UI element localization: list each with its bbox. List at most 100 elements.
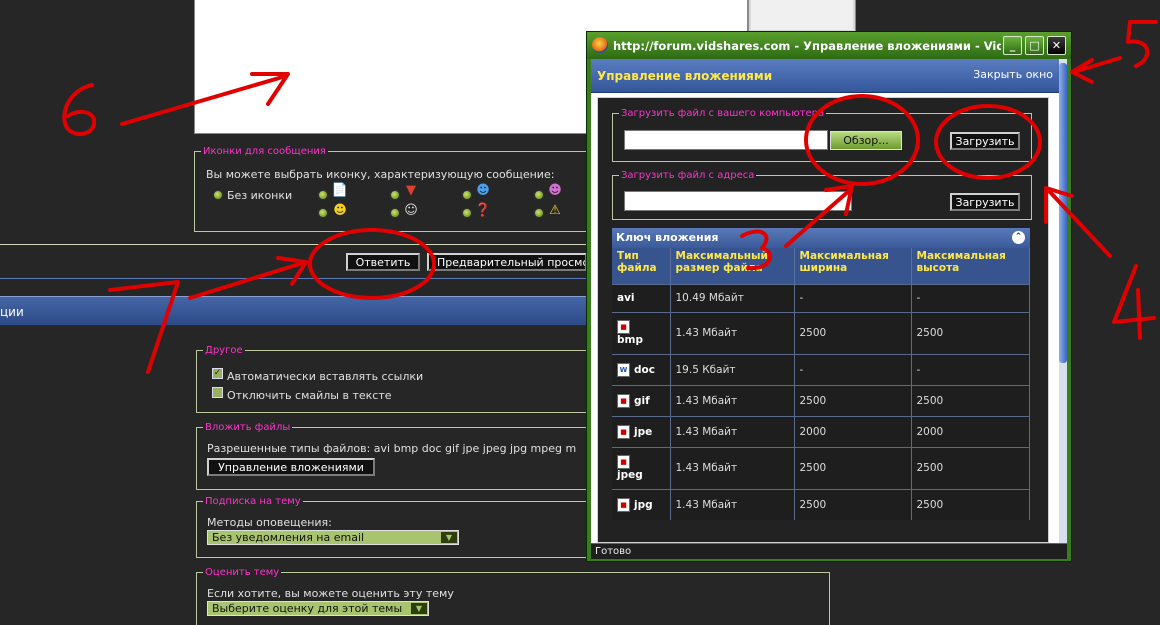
warning-icon: ⚠	[549, 203, 561, 218]
file-ext: jpg	[634, 498, 653, 511]
column-header: Максимальная высота	[911, 248, 1030, 284]
minimize-button[interactable]: _	[1003, 36, 1022, 55]
manage-attachments-button[interactable]: Управление вложениями	[207, 458, 375, 476]
rate-hint: Если хотите, вы можете оценить эту тему	[207, 587, 454, 600]
annotation-5	[1126, 20, 1158, 68]
file-ext: gif	[634, 394, 650, 407]
max-size-cell: 1.43 Мбайт	[670, 311, 795, 354]
icon-radio[interactable]	[534, 208, 544, 218]
max-height-cell: 2500	[911, 384, 1030, 416]
vertical-scrollbar[interactable]	[1059, 59, 1067, 543]
image-file-icon: ■	[617, 393, 630, 408]
rate-select-value: Выберите оценку для этой темы	[212, 602, 403, 615]
table-row: ■ jpe 1.43 Мбайт 2000 2000	[612, 415, 1030, 447]
divider	[0, 278, 586, 279]
popup-title: http://forum.vidshares.com - Управление …	[613, 39, 1001, 53]
max-height-cell: 2500	[911, 488, 1030, 520]
no-icon-radio[interactable]	[213, 190, 223, 200]
table-row: avi 10.49 Мбайт - -	[612, 283, 1030, 312]
maximize-button[interactable]: □	[1025, 36, 1044, 55]
reply-button[interactable]: Ответить	[346, 253, 420, 271]
no-icon-label: Без иконки	[227, 189, 293, 202]
image-file-icon: ■	[617, 497, 630, 512]
file-ext-cell: ■ jpg	[612, 488, 671, 520]
smile-icon: ☻	[333, 203, 347, 218]
max-size-cell: 19.5 Кбайт	[670, 353, 795, 385]
browse-button[interactable]: Обзор...	[830, 131, 902, 150]
allowed-types-text: Разрешенные типы файлов: avi bmp doc gif…	[207, 442, 577, 455]
table-header-row: Тип файла Максимальный размер файла Макс…	[612, 248, 1030, 284]
max-size-cell: 1.43 Мбайт	[670, 488, 795, 520]
file-ext: bmp	[617, 334, 643, 346]
max-height-cell: -	[911, 283, 1030, 312]
disable-smilies-label: Отключить смайлы в тексте	[227, 389, 392, 402]
max-width-cell: -	[794, 283, 912, 312]
icon-radio[interactable]	[318, 208, 328, 218]
attachment-key: Ключ вложения ⌃ Тип файла Максимальный р…	[612, 228, 1030, 520]
file-ext-cell: ■ bmp	[612, 311, 671, 354]
annotation-6	[62, 83, 97, 136]
max-width-cell: 2500	[794, 384, 912, 416]
close-window-link[interactable]: Закрыть окно	[973, 68, 1053, 81]
icon-radio[interactable]	[462, 208, 472, 218]
annotation-4	[1112, 264, 1156, 340]
icon-radio[interactable]	[318, 190, 328, 200]
other-legend: Другое	[205, 345, 243, 356]
max-width-cell: 2000	[794, 415, 912, 447]
chevron-down-icon: ▼	[411, 603, 427, 614]
firefox-icon	[592, 37, 608, 53]
close-window-button[interactable]: ✕	[1047, 36, 1066, 55]
max-size-cell: 10.49 Мбайт	[670, 283, 795, 312]
table-row: ■ jpeg 1.43 Мбайт 2500 2500	[612, 446, 1030, 489]
url-input[interactable]	[624, 191, 852, 211]
thumbs-down-icon: ▼	[406, 183, 416, 198]
grin-smiley-icon: ☻	[548, 183, 562, 198]
message-icons-hint: Вы можете выбрать иконку, характеризующу…	[206, 168, 555, 181]
image-file-icon: ■	[617, 424, 630, 439]
max-size-cell: 1.43 Мбайт	[670, 384, 795, 416]
status-bar: Готово	[591, 543, 1067, 559]
file-path-input[interactable]	[624, 130, 828, 150]
table-row: ■ jpg 1.43 Мбайт 2500 2500	[612, 488, 1030, 520]
scrollbar-thumb[interactable]	[1059, 63, 1067, 363]
rate-select[interactable]: Выберите оценку для этой темы ▼	[207, 601, 429, 616]
max-size-cell: 1.43 Мбайт	[670, 446, 795, 489]
file-ext-cell: ■ jpeg	[612, 446, 671, 489]
column-header: Тип файла	[612, 248, 671, 284]
section-title-bar: ции	[0, 296, 586, 326]
upload-button[interactable]: Загрузить	[950, 132, 1020, 150]
disable-smilies-checkbox[interactable]	[212, 387, 223, 398]
notify-select[interactable]: Без уведомления на email ▼	[207, 530, 459, 545]
auto-links-checkbox[interactable]: ✓	[212, 368, 223, 379]
attachment-key-title: Ключ вложения	[616, 231, 719, 244]
attach-fieldset: Вложить файлы	[196, 422, 588, 490]
collapse-icon[interactable]: ⌃	[1012, 231, 1025, 244]
max-height-cell: 2500	[911, 446, 1030, 489]
attachments-popup-window: http://forum.vidshares.com - Управление …	[586, 31, 1072, 562]
icon-radio[interactable]	[462, 190, 472, 200]
icon-radio[interactable]	[390, 208, 400, 218]
upload-pc-legend: Загрузить файл с вашего компьютера	[621, 108, 825, 119]
popup-header: Управление вложениями Закрыть окно	[591, 59, 1059, 93]
file-ext-cell: ■ jpe	[612, 415, 671, 447]
popup-heading: Управление вложениями	[597, 69, 773, 83]
divider	[0, 244, 586, 245]
cool-smiley-icon: ☺	[404, 203, 418, 218]
upload-url-button[interactable]: Загрузить	[950, 193, 1020, 211]
attachments-panel: Загрузить файл с вашего компьютера Обзор…	[597, 97, 1049, 543]
icon-radio[interactable]	[390, 190, 400, 200]
file-ext: avi	[617, 292, 635, 304]
max-height-cell: -	[911, 353, 1030, 385]
max-width-cell: 2500	[794, 446, 912, 489]
preview-button[interactable]: Предварительный просмо	[427, 253, 587, 271]
column-header: Максимальная ширина	[794, 248, 912, 284]
rate-legend: Оценить тему	[205, 567, 280, 578]
subscribe-legend: Подписка на тему	[205, 496, 301, 507]
attachment-types-table: Тип файла Максимальный размер файла Макс…	[612, 248, 1030, 520]
icon-radio[interactable]	[534, 190, 544, 200]
auto-links-label: Автоматически вставлять ссылки	[227, 370, 424, 383]
max-height-cell: 2500	[911, 311, 1030, 354]
message-icons-legend: Иконки для сообщения	[203, 146, 326, 157]
image-file-icon: ■	[617, 455, 630, 469]
column-header: Максимальный размер файла	[670, 248, 795, 284]
